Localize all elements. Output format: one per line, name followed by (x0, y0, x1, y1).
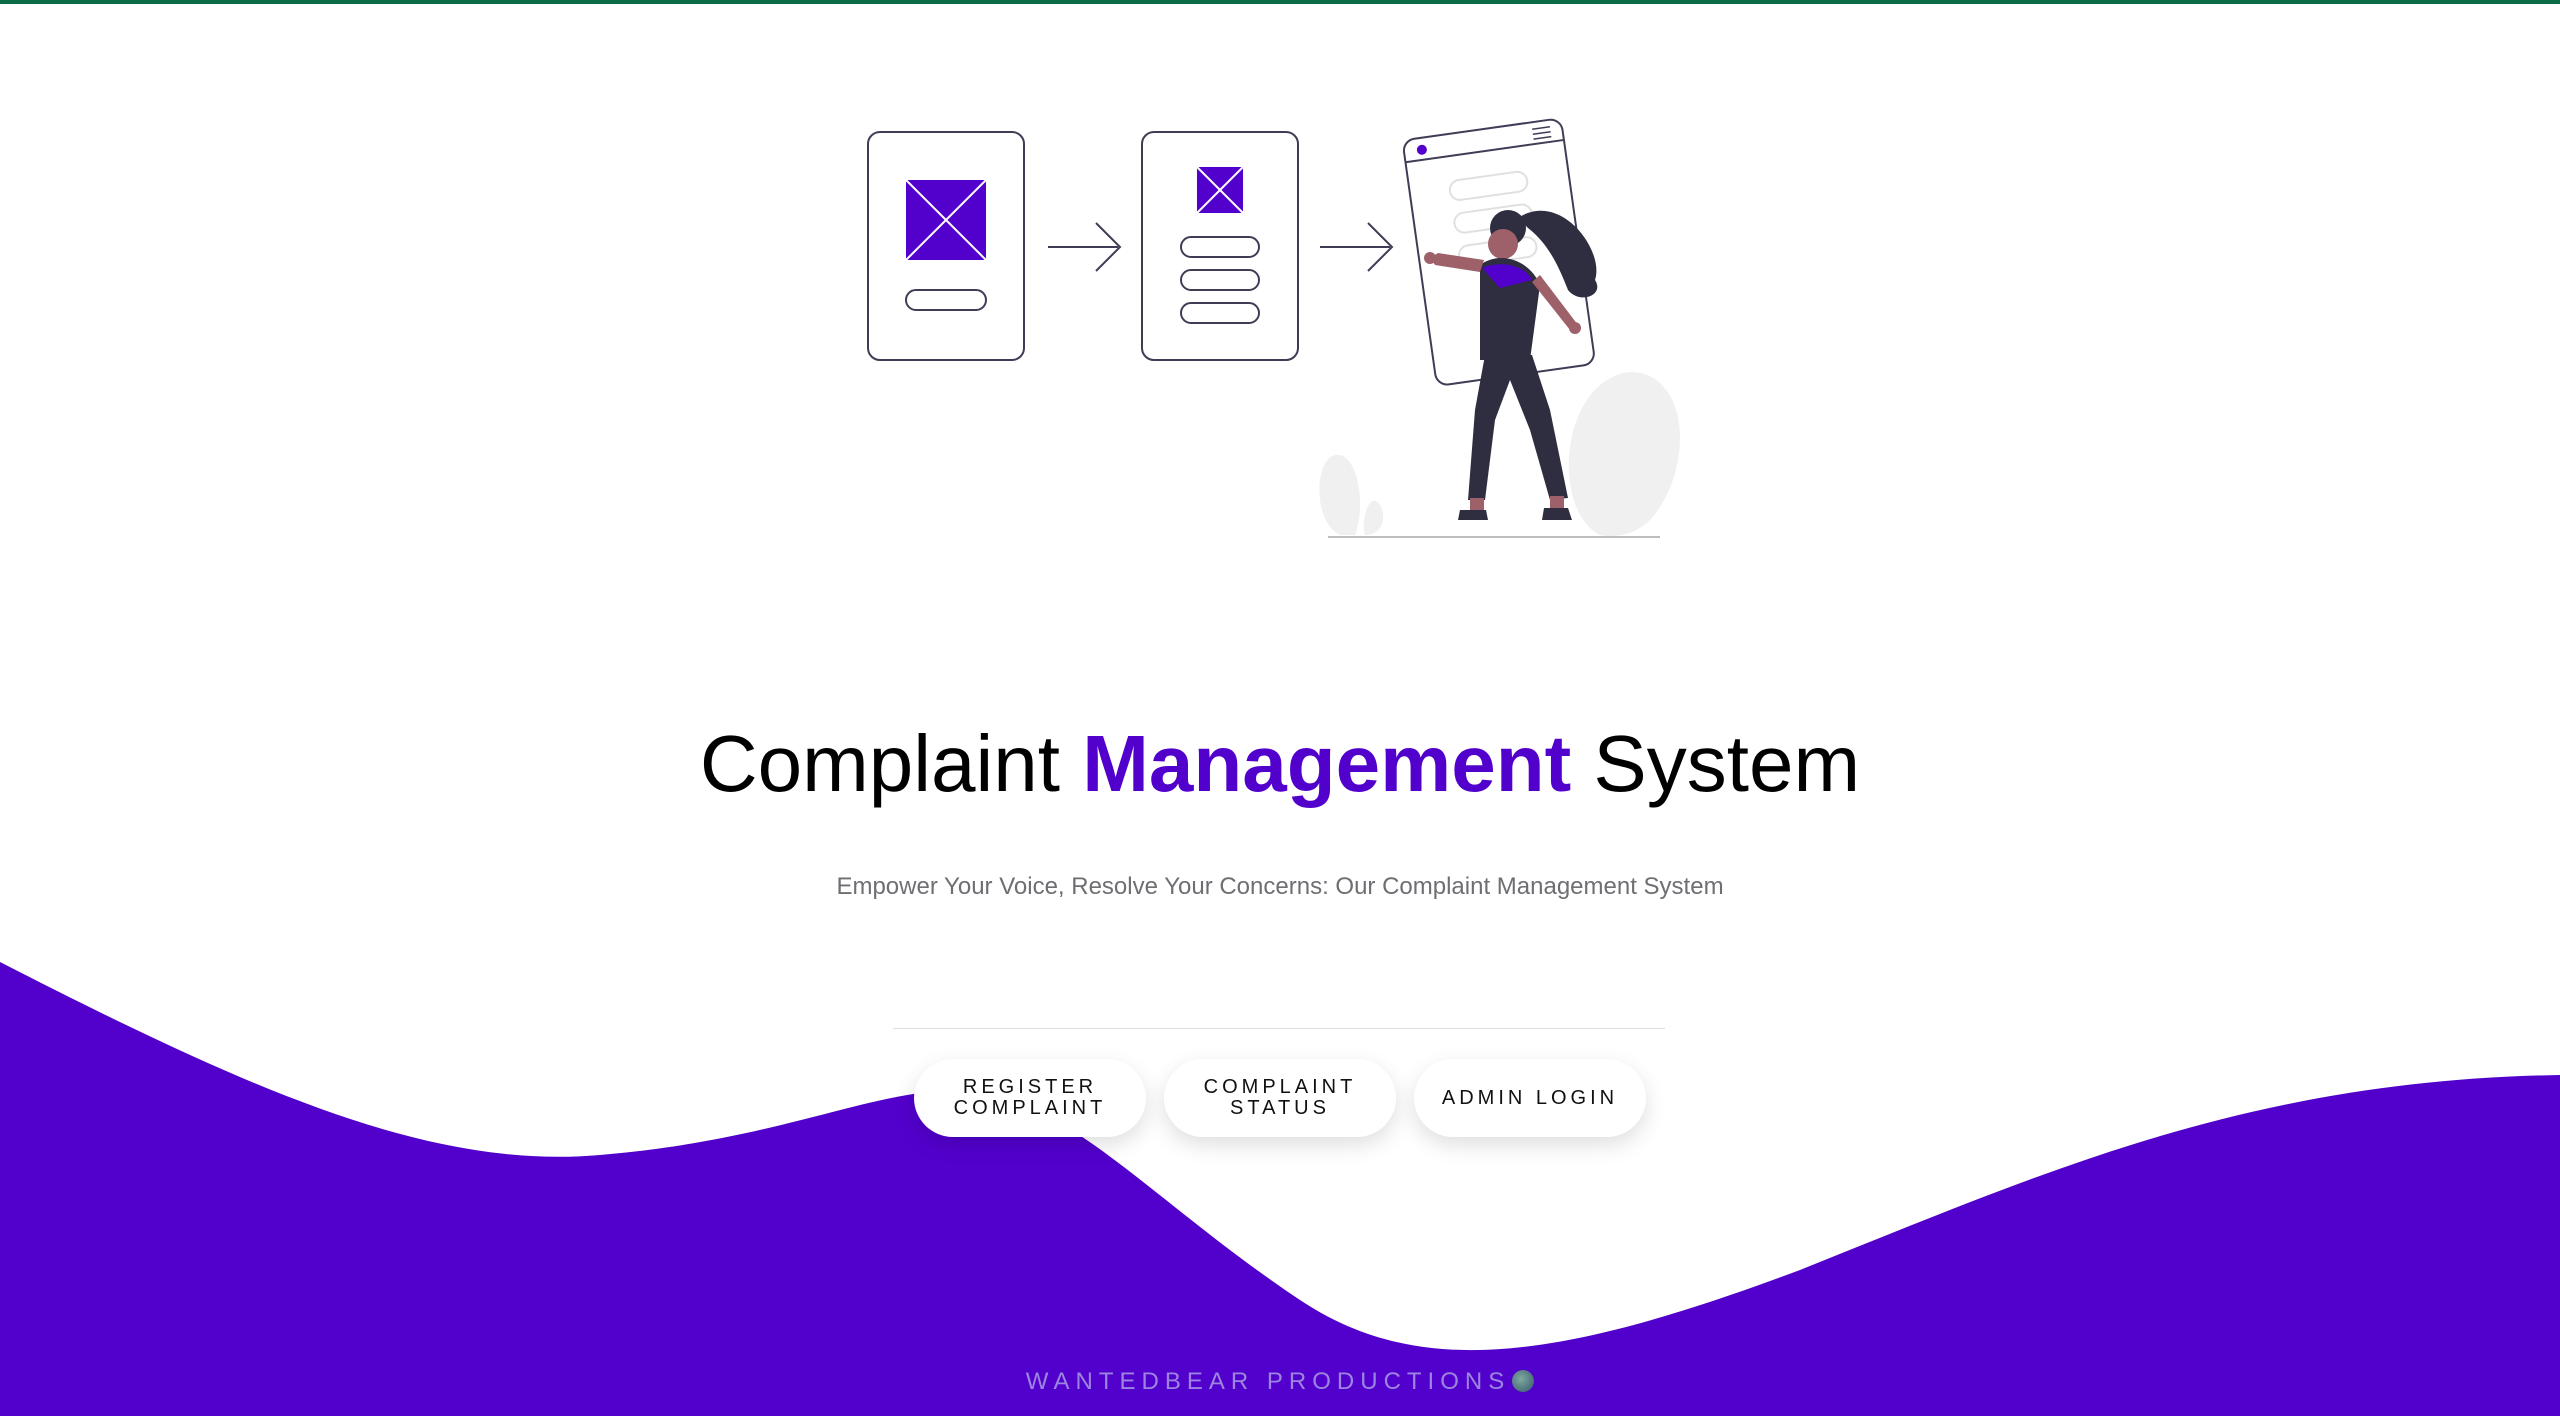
complaint-status-label: COMPLAINT STATUS (1203, 1076, 1357, 1119)
divider (893, 1028, 1665, 1029)
title-part-1: Complaint (699, 719, 1083, 808)
complaint-status-button[interactable]: COMPLAINT STATUS (1164, 1059, 1396, 1137)
hero-illustration (867, 118, 1680, 538)
footer-credit: WANTEDBEAR PRODUCTIONS (0, 1366, 2560, 1398)
action-buttons: REGISTER COMPLAINT COMPLAINT STATUS ADMI… (914, 1059, 1646, 1137)
footer-credit-text: WANTEDBEAR PRODUCTIONS (1025, 1368, 1511, 1395)
title-part-2: System (1571, 719, 1861, 808)
register-complaint-label: REGISTER COMPLAINT (953, 1076, 1107, 1119)
globe-icon (1512, 1370, 1535, 1392)
admin-login-label: ADMIN LOGIN (1441, 1086, 1619, 1109)
landing-page: Complaint Management System Empower Your… (0, 0, 2560, 1416)
page-title: Complaint Management System (0, 712, 2560, 816)
top-accent-bar (0, 0, 2560, 4)
wireframe-phone-2 (1141, 131, 1299, 361)
admin-login-button[interactable]: ADMIN LOGIN (1414, 1059, 1646, 1137)
arrow-icon (1320, 222, 1394, 272)
purple-wave-background (0, 962, 2560, 1416)
page-subtitle: Empower Your Voice, Resolve Your Concern… (836, 873, 1724, 900)
wireframe-phone-1 (867, 131, 1025, 361)
register-complaint-button[interactable]: REGISTER COMPLAINT (914, 1059, 1146, 1137)
title-accent: Management (1082, 719, 1572, 808)
arrow-icon (1048, 222, 1122, 272)
